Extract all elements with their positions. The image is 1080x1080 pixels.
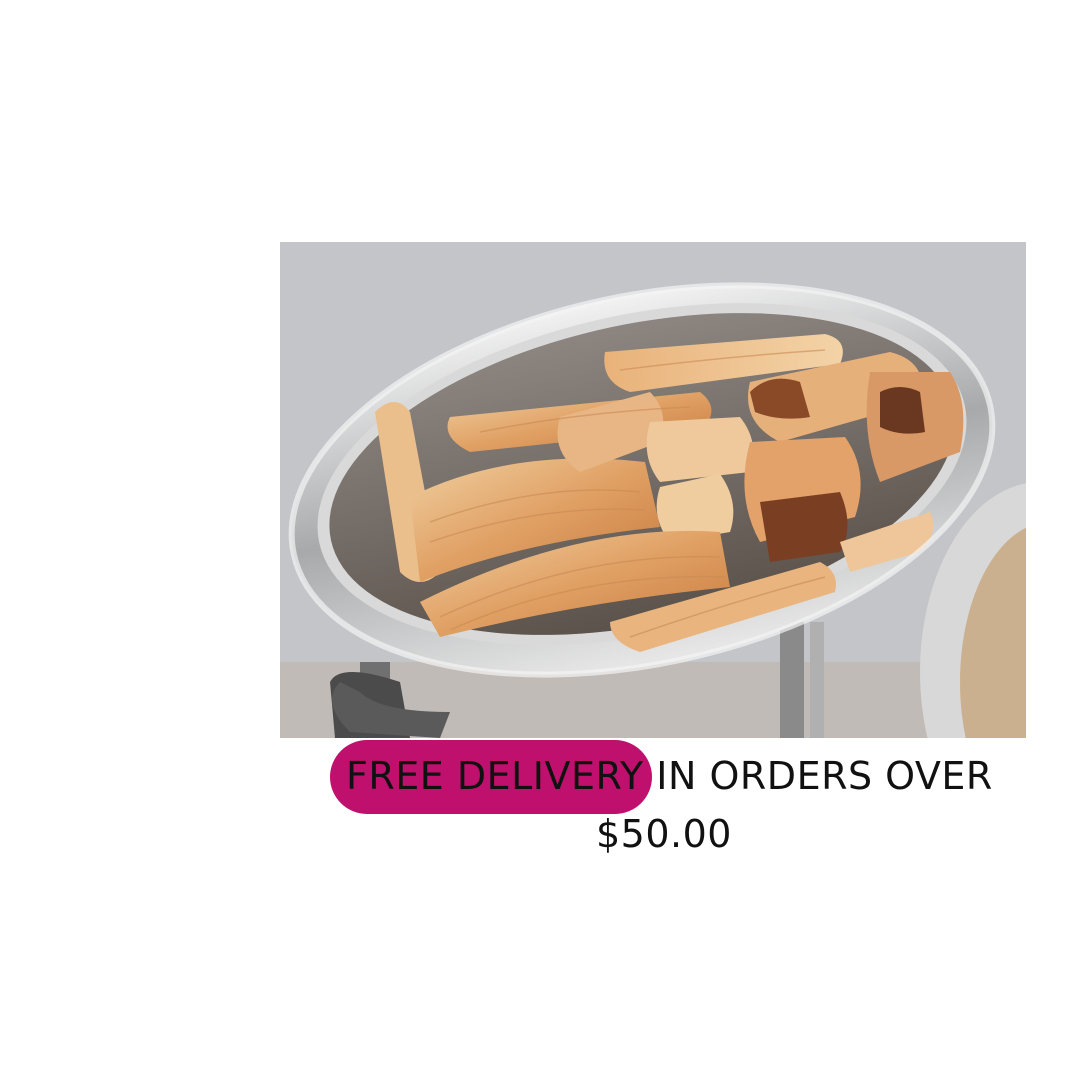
promo-amount: $50.00 <box>596 812 732 856</box>
tamales-illustration <box>280 242 1026 738</box>
free-delivery-label: FREE DELIVERY <box>346 754 644 798</box>
tamales-photo <box>280 242 1026 738</box>
orders-over-label: IN ORDERS OVER <box>643 754 993 798</box>
promo-line-1: FREE DELIVERY IN ORDERS OVER <box>346 754 993 798</box>
